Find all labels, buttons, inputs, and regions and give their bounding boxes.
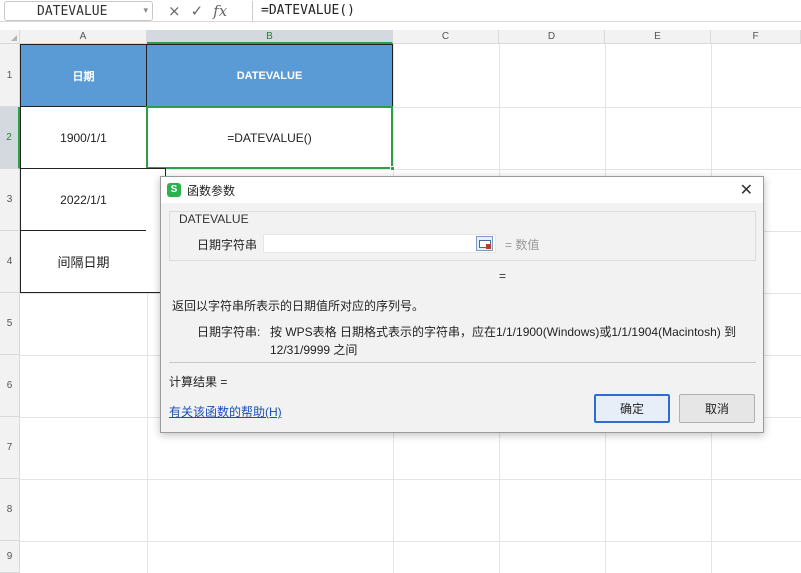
toolbar-gap [0, 22, 801, 30]
row-header-9[interactable]: 9 [0, 541, 20, 573]
name-box-value: DATEVALUE [37, 4, 108, 19]
select-all-corner[interactable] [0, 30, 20, 44]
close-icon[interactable]: ✕ [740, 180, 753, 200]
chevron-down-icon[interactable]: ▾ [143, 6, 148, 16]
column-header-f[interactable]: F [711, 30, 801, 44]
column-header-e[interactable]: E [605, 30, 711, 44]
cancel-button[interactable]: 取消 [679, 394, 755, 423]
formula-input[interactable]: =DATEVALUE() [252, 1, 801, 21]
row-header-5[interactable]: 5 [0, 293, 20, 355]
gridline [20, 479, 801, 480]
arg-result: = 数值 [505, 238, 540, 252]
column-header-a[interactable]: A [20, 30, 147, 44]
column-header-d[interactable]: D [499, 30, 605, 44]
fill-handle[interactable] [390, 166, 395, 171]
gridline [20, 541, 801, 542]
range-select-icon[interactable] [476, 236, 493, 251]
date-string-input[interactable] [263, 234, 496, 253]
cell-a2[interactable]: 1900/1/1 [20, 106, 147, 169]
row-header-8[interactable]: 8 [0, 479, 20, 541]
dialog-title: 函数参数 [187, 184, 236, 198]
ok-button[interactable]: 确定 [594, 394, 670, 423]
calculation-result: 计算结果 = [169, 375, 228, 389]
row-header-1[interactable]: 1 [0, 44, 20, 107]
arg-label: 日期字符串 [197, 238, 258, 252]
name-box[interactable]: DATEVALUE ▾ [4, 1, 153, 21]
wps-logo-icon: S [167, 183, 181, 197]
row-header-7[interactable]: 7 [0, 417, 20, 479]
argument-group: DATEVALUE 日期字符串 = 数值 [169, 211, 756, 261]
cell-a1[interactable]: 日期 [20, 44, 147, 107]
cell-a3[interactable]: 2022/1/1 [20, 168, 147, 231]
row-header-3[interactable]: 3 [0, 169, 20, 231]
function-name: DATEVALUE [179, 212, 253, 226]
dialog-titlebar[interactable]: S 函数参数 ✕ [161, 177, 763, 203]
function-description: 返回以字符串所表示的日期值所对应的序列号。 [172, 299, 425, 313]
arg-desc-label: 日期字符串: [197, 325, 261, 339]
formula-text: =DATEVALUE() [261, 3, 355, 18]
row-header-4[interactable]: 4 [0, 231, 20, 293]
cancel-icon[interactable]: × [168, 0, 181, 22]
row-header-2[interactable]: 2 [0, 107, 20, 169]
function-arguments-dialog: S 函数参数 ✕ DATEVALUE 日期字符串 = 数值 = 返回以字符串所表… [160, 176, 764, 433]
formula-bar: DATEVALUE ▾ × ✓ fx =DATEVALUE() [0, 0, 801, 22]
row-header-6[interactable]: 6 [0, 355, 20, 417]
cell-b1[interactable]: DATEVALUE [146, 44, 393, 107]
arg-description: 按 WPS表格 日期格式表示的字符串，应在1/1/1900(Windows)或1… [270, 325, 737, 357]
formula-result-preview: = [499, 269, 507, 283]
help-link[interactable]: 有关该函数的帮助(H) [169, 403, 282, 420]
divider [169, 362, 756, 363]
check-icon[interactable]: ✓ [191, 0, 204, 22]
fx-icon[interactable]: fx [213, 0, 227, 22]
formula-bar-buttons: × ✓ fx [168, 0, 227, 22]
cell-a4[interactable]: 间隔日期 [20, 230, 147, 293]
spreadsheet-window: DATEVALUE ▾ × ✓ fx =DATEVALUE() A B C D … [0, 0, 801, 573]
column-header-c[interactable]: C [393, 30, 499, 44]
cell-b2[interactable]: =DATEVALUE() [146, 106, 393, 169]
column-header-b[interactable]: B [147, 30, 393, 44]
